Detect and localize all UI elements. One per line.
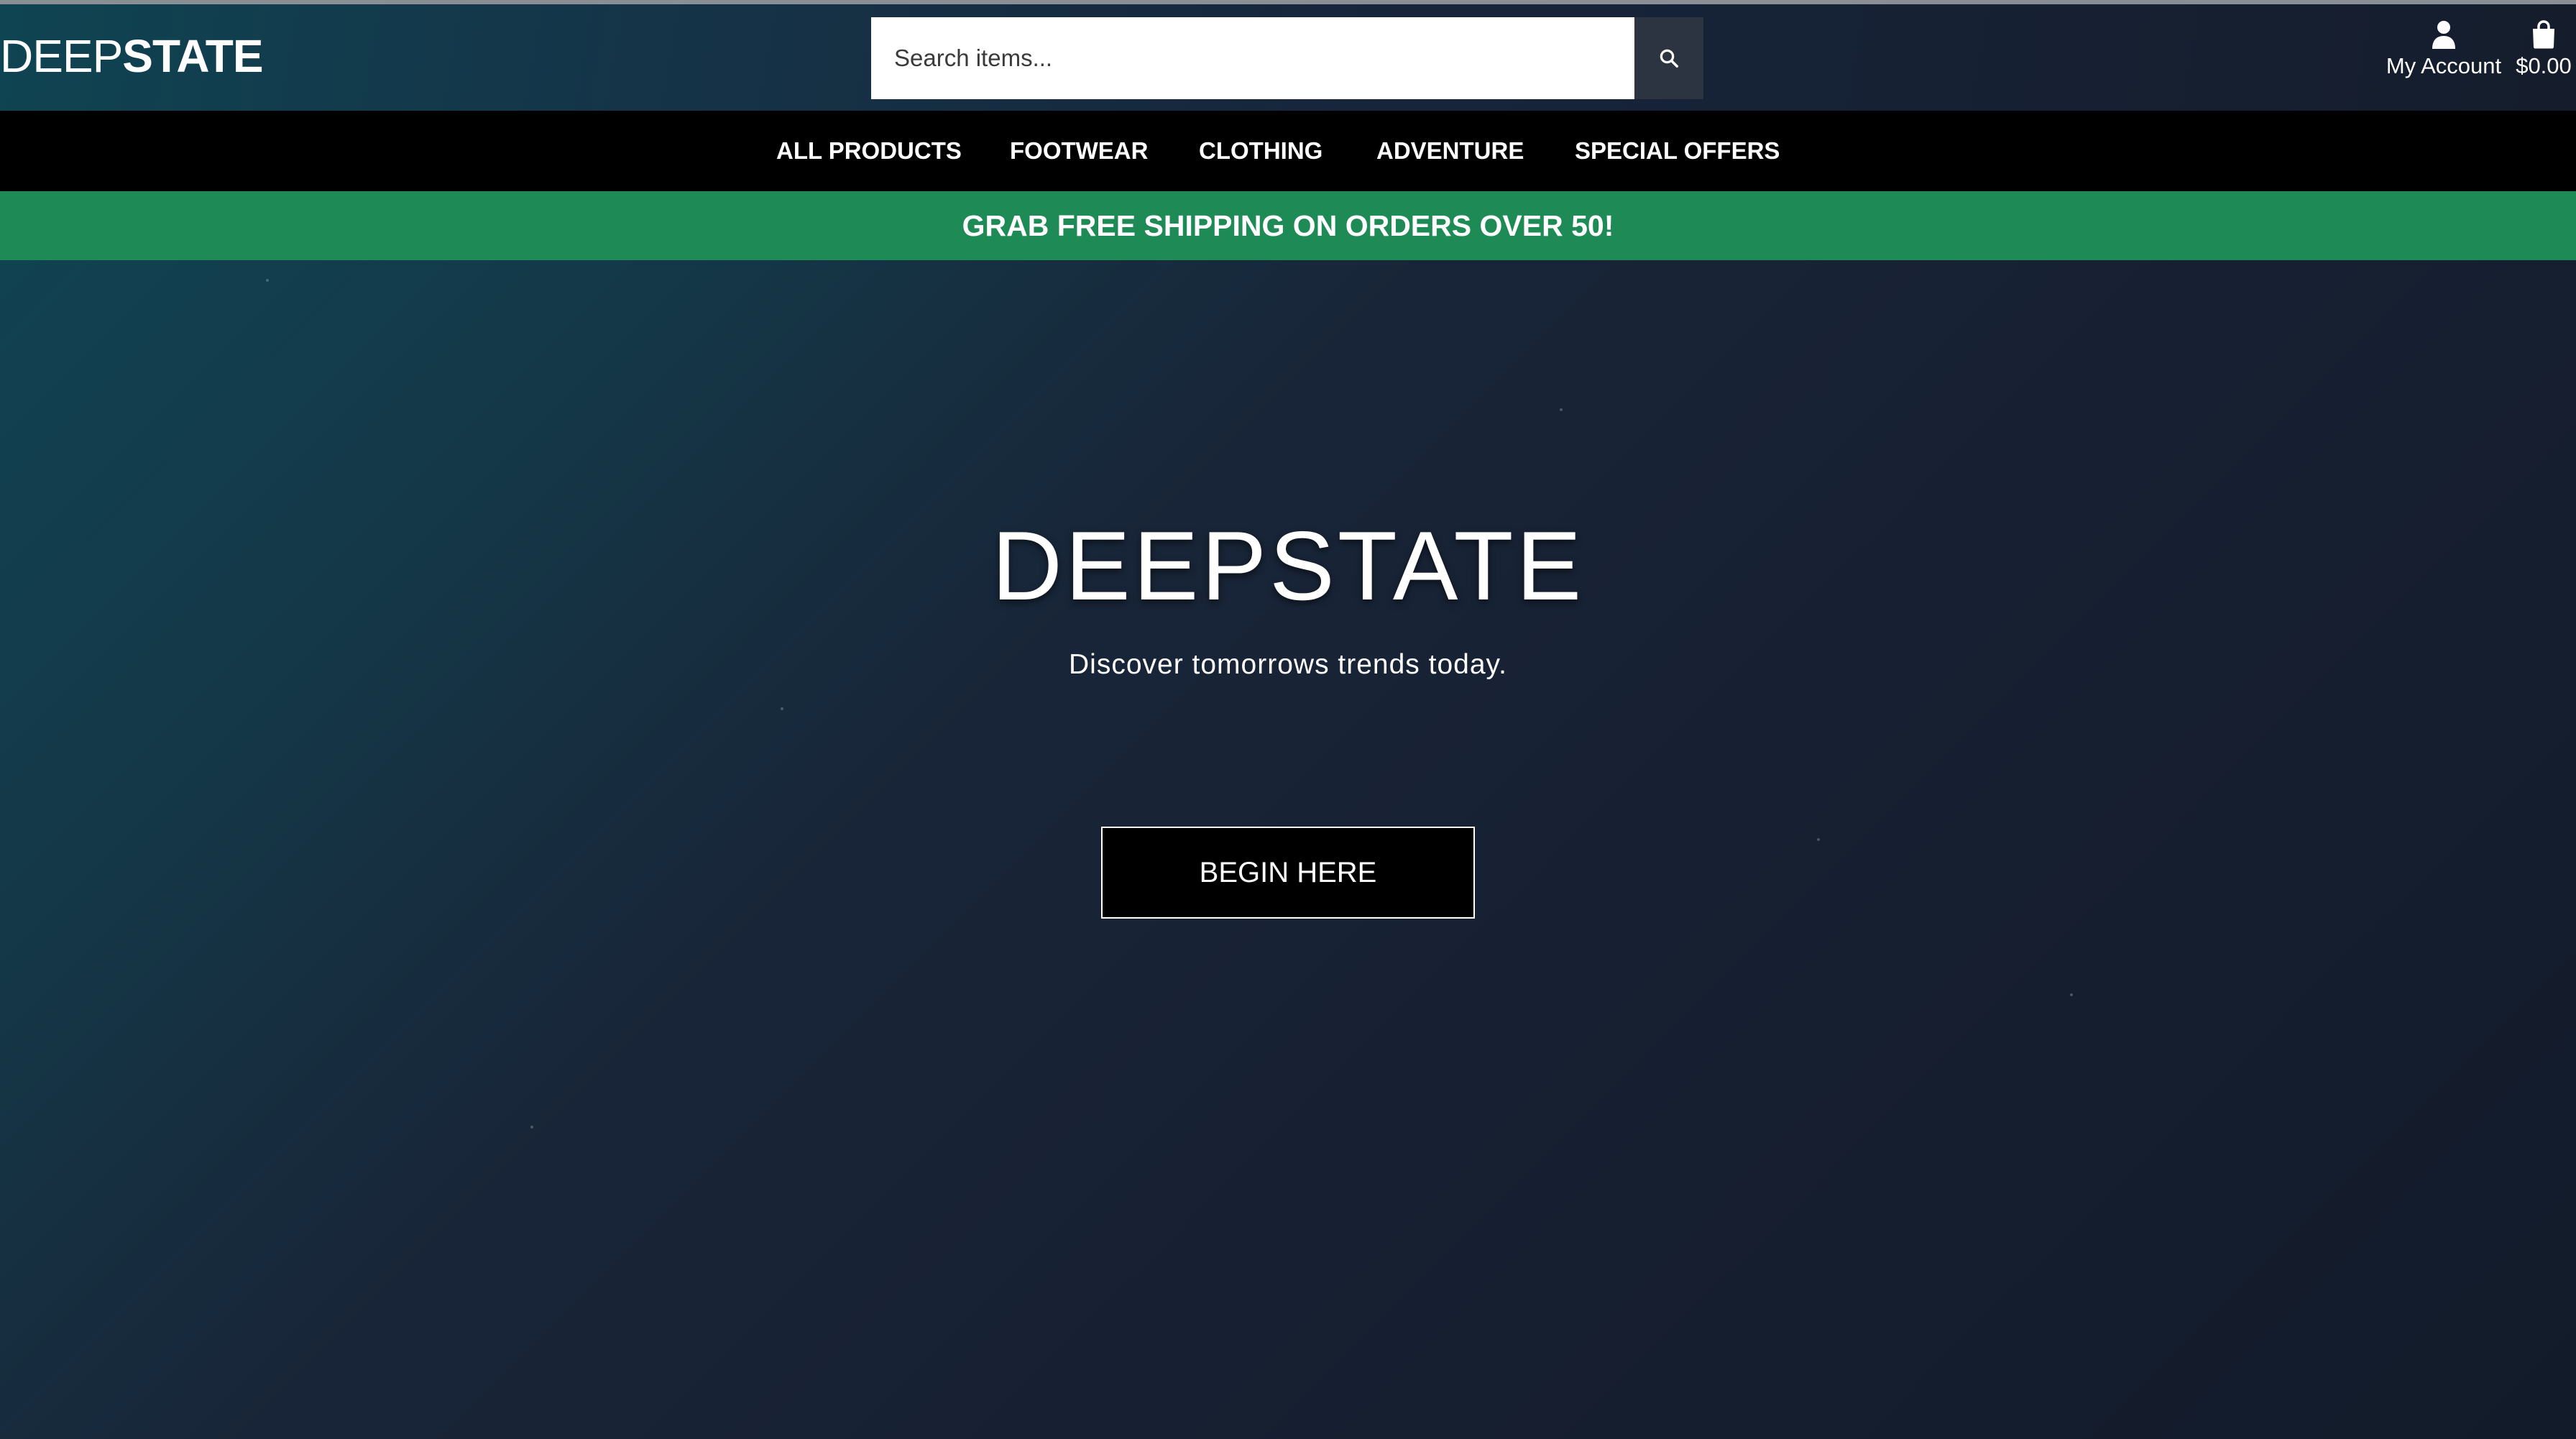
background-star	[781, 707, 783, 710]
my-account-label: My Account	[2386, 53, 2502, 78]
shopping-bag-icon	[2533, 20, 2554, 49]
logo-text-light: DEEP	[0, 30, 123, 82]
nav-item-adventure[interactable]: ADVENTURE	[1376, 111, 1524, 191]
background-star	[2070, 993, 2073, 996]
nav-item-footwear[interactable]: FOOTWEAR	[1010, 111, 1148, 191]
nav-item-special-offers[interactable]: SPECIAL OFFERS	[1575, 111, 1780, 191]
search-input[interactable]	[871, 17, 1634, 99]
background-star	[530, 1126, 533, 1128]
search-button[interactable]	[1634, 17, 1703, 99]
site-logo[interactable]: DEEPSTATE	[0, 27, 264, 85]
page: DEEPSTATE My Account $0.00	[0, 0, 2576, 1439]
background-star	[1817, 838, 1820, 841]
cart-link[interactable]: $0.00	[2511, 20, 2576, 99]
logo-text-bold: STATE	[122, 30, 263, 82]
main-nav: ALL PRODUCTS FOOTWEAR CLOTHING ADVENTURE…	[0, 111, 2576, 191]
promo-banner: GRAB FREE SHIPPING ON ORDERS OVER 50!	[0, 191, 2576, 260]
site-header: DEEPSTATE My Account $0.00	[0, 4, 2576, 111]
user-icon	[2432, 21, 2455, 49]
hero-subtitle: Discover tomorrows trends today.	[1069, 649, 1507, 680]
nav-item-clothing[interactable]: CLOTHING	[1199, 111, 1322, 191]
hero-section: DEEPSTATE Discover tomorrows trends toda…	[0, 260, 2576, 1439]
search-icon	[1660, 49, 1678, 68]
background-star	[266, 279, 269, 282]
begin-here-button[interactable]: BEGIN HERE	[1101, 827, 1475, 919]
nav-item-all-products[interactable]: ALL PRODUCTS	[776, 111, 962, 191]
search-form	[871, 17, 1703, 99]
cart-total: $0.00	[2516, 53, 2572, 78]
background-star	[1560, 408, 1563, 411]
my-account-link[interactable]: My Account	[2372, 20, 2516, 99]
hero-title: DEEPSTATE	[991, 511, 1585, 620]
